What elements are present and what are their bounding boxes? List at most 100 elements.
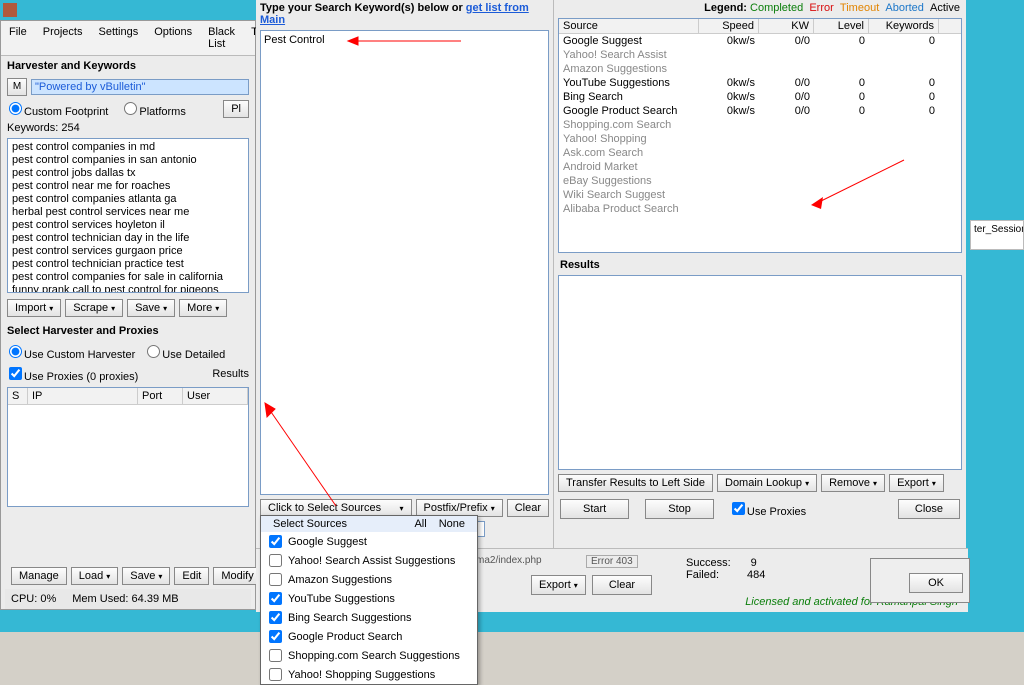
menu-settings[interactable]: Settings: [90, 23, 146, 53]
col-kw[interactable]: KW: [759, 19, 814, 33]
menu-options[interactable]: Options: [146, 23, 200, 53]
status-bar: CPU: 0% Mem Used: 64.39 MB: [5, 589, 251, 609]
save-button[interactable]: Save: [127, 299, 175, 317]
annotation-arrow-icon: [809, 155, 909, 210]
platforms-button[interactable]: Pl: [223, 100, 249, 118]
menu-bar: File Projects Settings Options Black Lis…: [1, 21, 255, 56]
custom-harvester-radio[interactable]: Use Custom Harvester: [7, 343, 135, 361]
menu-projects[interactable]: Projects: [35, 23, 91, 53]
window-titlebar: [0, 0, 250, 20]
list-item[interactable]: pest control services gurgaon price: [10, 245, 246, 258]
clear2-button[interactable]: Clear: [592, 575, 652, 595]
legend-label: Legend: Completed Error Timeout Aborted …: [554, 0, 966, 16]
fragment-error: Error 403: [586, 555, 638, 568]
export2-button[interactable]: Export: [531, 575, 586, 595]
footprint-input[interactable]: [31, 79, 249, 95]
side-fragment: ter_Session: [970, 220, 1024, 250]
popup-none-link[interactable]: None: [433, 518, 471, 530]
list-item[interactable]: pest control services hoyleton il: [10, 219, 246, 232]
use-proxies2-checkbox[interactable]: Use Proxies: [730, 500, 806, 518]
col-ip[interactable]: IP: [28, 388, 138, 404]
app-icon: [3, 3, 17, 17]
middle-panel: Type your Search Keyword(s) below or get…: [256, 0, 554, 550]
more-button[interactable]: More: [179, 299, 227, 317]
start-button[interactable]: Start: [560, 499, 629, 519]
remove-button[interactable]: Remove: [821, 474, 885, 492]
list-item[interactable]: pest control companies in md: [10, 141, 246, 154]
clear-button[interactable]: Clear: [507, 499, 549, 517]
export-button[interactable]: Export: [889, 474, 944, 492]
mem-label: Mem Used: 64.39 MB: [72, 593, 178, 605]
platforms-radio[interactable]: Platforms: [122, 100, 185, 118]
detailed-radio[interactable]: Use Detailed: [145, 343, 225, 361]
list-item[interactable]: pest control companies atlanta ga: [10, 193, 246, 206]
use-proxies-checkbox[interactable]: Use Proxies (0 proxies): [7, 365, 138, 383]
list-item[interactable]: funny prank call to pest control for pig…: [10, 284, 246, 293]
popup-option[interactable]: Shopping.com Search Suggestions: [261, 646, 477, 665]
proxies-section-label: Select Harvester and Proxies: [1, 321, 255, 341]
ok-button[interactable]: OK: [909, 573, 963, 593]
list-item[interactable]: pest control jobs dallas tx: [10, 167, 246, 180]
proxy-table[interactable]: S IP Port User: [7, 387, 249, 507]
search-keywords-box[interactable]: Pest Control: [260, 30, 549, 495]
popup-option[interactable]: Google Suggest: [261, 532, 477, 551]
col-port[interactable]: Port: [138, 388, 183, 404]
domain-lookup-button[interactable]: Domain Lookup: [717, 474, 817, 492]
col-source[interactable]: Source: [559, 19, 699, 33]
custom-footprint-radio[interactable]: Custom Footprint: [7, 100, 108, 118]
table-row[interactable]: Amazon Suggestions: [559, 62, 961, 76]
keywords-listbox[interactable]: pest control companies in md pest contro…: [7, 138, 249, 293]
import-button[interactable]: Import: [7, 299, 61, 317]
list-item[interactable]: pest control technician practice test: [10, 258, 246, 271]
manage-button[interactable]: Manage: [11, 567, 67, 585]
col-speed[interactable]: Speed: [699, 19, 759, 33]
results-link[interactable]: Results: [212, 368, 249, 380]
transfer-results-button[interactable]: Transfer Results to Left Side: [558, 474, 713, 492]
table-row[interactable]: Bing Search0kw/s0/000: [559, 90, 961, 104]
popup-option[interactable]: Amazon Suggestions: [261, 570, 477, 589]
select-sources-popup[interactable]: Select Sources All None Google SuggestYa…: [260, 515, 478, 685]
popup-all-link[interactable]: All: [408, 518, 432, 530]
popup-title: Select Sources: [267, 518, 408, 530]
load-button[interactable]: Load: [71, 567, 119, 585]
col-user[interactable]: User: [183, 388, 248, 404]
table-row[interactable]: Google Product Search0kw/s0/000: [559, 104, 961, 118]
table-row[interactable]: Yahoo! Shopping: [559, 132, 961, 146]
list-item[interactable]: pest control technician day in the life: [10, 232, 246, 245]
menu-file[interactable]: File: [1, 23, 35, 53]
col-s[interactable]: S: [8, 388, 28, 404]
col-keywords[interactable]: Keywords: [869, 19, 939, 33]
harvester-section-label: Harvester and Keywords: [1, 56, 255, 76]
popup-option[interactable]: YouTube Suggestions: [261, 589, 477, 608]
popup-option[interactable]: Yahoo! Search Assist Suggestions: [261, 551, 477, 570]
stats-box: Success:9 Failed:484: [686, 557, 765, 581]
sources-table[interactable]: Source Speed KW Level Keywords Google Su…: [558, 18, 962, 253]
results-label: Results: [554, 255, 966, 275]
table-row[interactable]: Yahoo! Search Assist: [559, 48, 961, 62]
keywords-count-label: Keywords: 254: [7, 122, 80, 134]
col-level[interactable]: Level: [814, 19, 869, 33]
popup-option[interactable]: Bing Search Suggestions: [261, 608, 477, 627]
search-instruction: Type your Search Keyword(s) below or get…: [256, 0, 553, 28]
right-panel: Legend: Completed Error Timeout Aborted …: [554, 0, 966, 550]
m-toggle-button[interactable]: M: [7, 78, 27, 96]
fragment-text: ma2/index.php: [476, 555, 542, 566]
table-row[interactable]: Google Suggest0kw/s0/000: [559, 34, 961, 48]
stop-button[interactable]: Stop: [645, 499, 714, 519]
close-button[interactable]: Close: [898, 499, 960, 519]
list-item[interactable]: pest control companies for sale in calif…: [10, 271, 246, 284]
list-item[interactable]: herbal pest control services near me: [10, 206, 246, 219]
popup-option[interactable]: Google Product Search: [261, 627, 477, 646]
save2-button[interactable]: Save: [122, 567, 170, 585]
ok-dialog-fragment: OK: [870, 558, 970, 603]
menu-blacklist[interactable]: Black List: [200, 23, 243, 53]
results-box[interactable]: [558, 275, 962, 470]
scrape-button[interactable]: Scrape: [65, 299, 123, 317]
popup-option[interactable]: Yahoo! Shopping Suggestions: [261, 665, 477, 684]
edit-button[interactable]: Edit: [174, 567, 209, 585]
list-item[interactable]: pest control near me for roaches: [10, 180, 246, 193]
annotation-arrow-icon: [346, 35, 466, 47]
table-row[interactable]: YouTube Suggestions0kw/s0/000: [559, 76, 961, 90]
list-item[interactable]: pest control companies in san antonio: [10, 154, 246, 167]
table-row[interactable]: Shopping.com Search: [559, 118, 961, 132]
